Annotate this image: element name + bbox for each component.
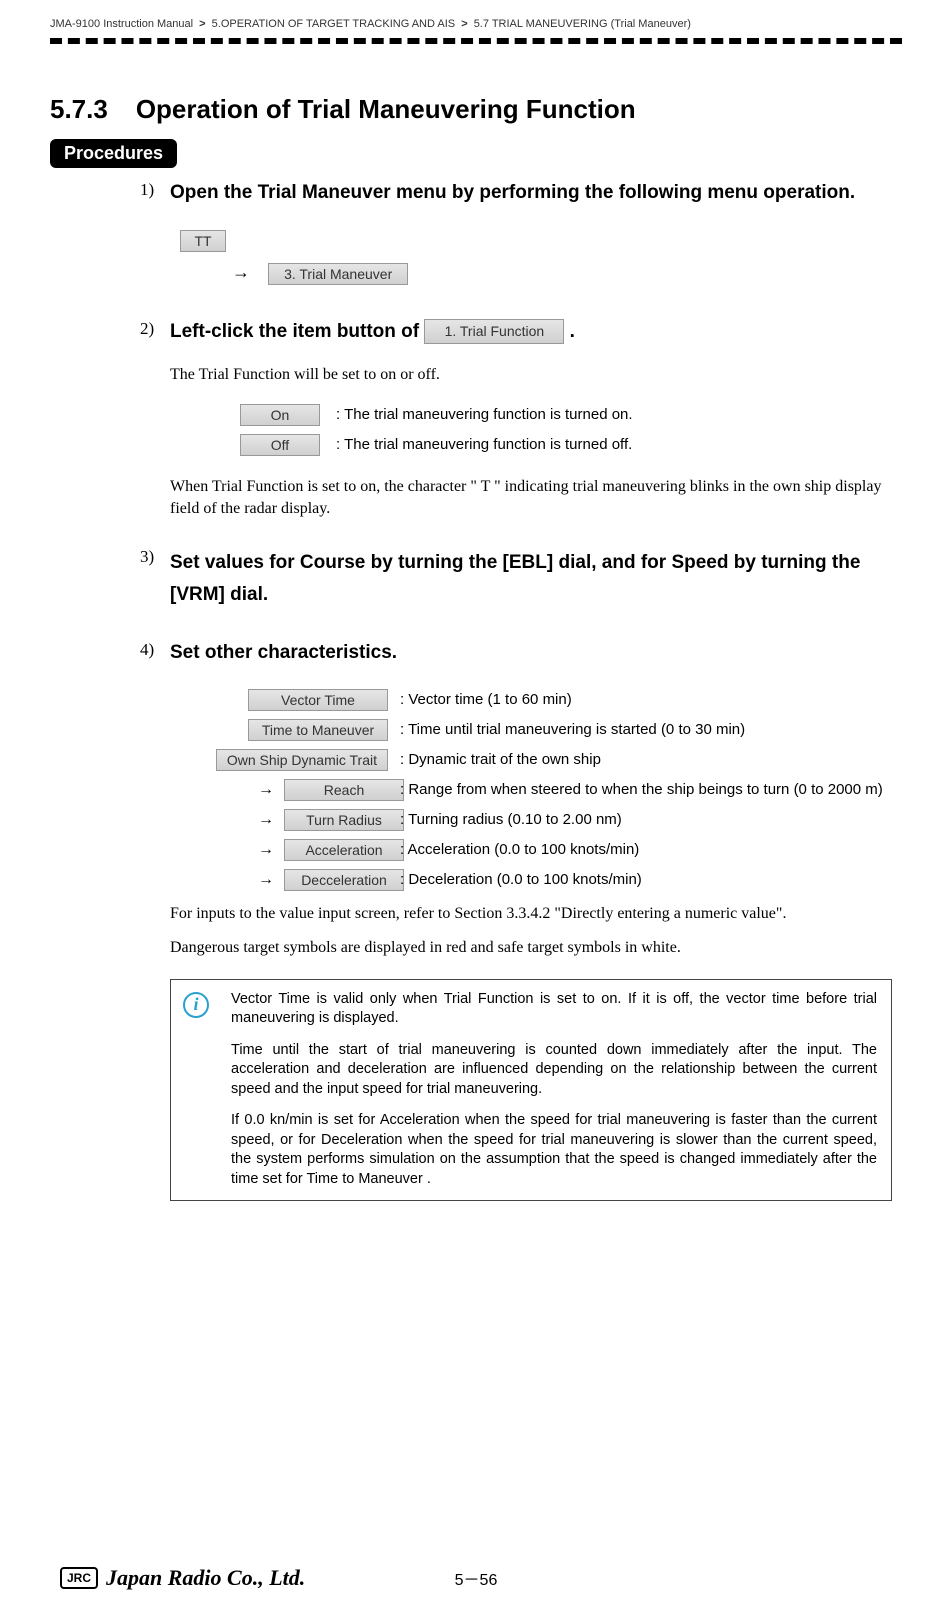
note: For inputs to the value input screen, re… [170, 903, 892, 925]
time-to-maneuver-desc: : Time until trial maneuvering is starte… [400, 719, 892, 741]
section-number: 5.7.3 [50, 94, 108, 125]
vector-time-button[interactable]: Vector Time [248, 689, 388, 711]
step-2: 2) Left-click the item button of 1. Tria… [140, 319, 892, 519]
info-box: i Vector Time is valid only when Trial F… [170, 979, 892, 1201]
breadcrumb-manual: JMA-9100 Instruction Manual [50, 18, 193, 30]
acceleration-button[interactable]: Acceleration [284, 839, 404, 861]
step-text: . [564, 321, 575, 342]
breadcrumb-section: 5.7 TRIAL MANEUVERING (Trial Maneuver) [474, 18, 691, 30]
own-ship-button[interactable]: Own Ship Dynamic Trait [216, 749, 388, 771]
turn-radius-desc: : Turning radius (0.10 to 2.00 nm) [400, 809, 892, 831]
procedures-badge: Procedures [50, 139, 177, 168]
deceleration-button[interactable]: Decceleration [284, 869, 404, 891]
step-number: 2) [140, 319, 170, 339]
jrc-logo: JRC [60, 1567, 98, 1589]
own-ship-desc: : Dynamic trait of the own ship [400, 749, 892, 771]
reach-desc: : Range from when steered to when the sh… [400, 779, 892, 801]
char-row-acceleration: → Acceleration : Acceleration (0.0 to 100… [170, 839, 892, 861]
char-row-deceleration: → Decceleration : Deceleration (0.0 to 10… [170, 869, 892, 891]
breadcrumb: JMA-9100 Instruction Manual > 5.OPERATIO… [50, 0, 902, 30]
info-paragraph: Vector Time is valid only when Trial Fun… [231, 990, 877, 1029]
step-number: 4) [140, 640, 170, 660]
footer: JRC Japan Radio Co., Ltd. 5－56 [0, 1566, 952, 1590]
step-heading: Set values for Course by turning the [EB… [170, 547, 892, 612]
brand-name: Japan Radio Co., Ltd. [106, 1565, 305, 1591]
step-heading: Open the Trial Maneuver menu by performi… [170, 180, 892, 206]
info-icon: i [183, 992, 209, 1018]
time-to-maneuver-button[interactable]: Time to Maneuver [248, 719, 388, 741]
page-number: 5－56 [455, 1566, 498, 1590]
on-button[interactable]: On [240, 404, 320, 426]
step-3: 3) Set values for Course by turning the … [140, 547, 892, 612]
separator [50, 38, 902, 44]
off-button[interactable]: Off [240, 434, 320, 456]
deceleration-desc: : Deceleration (0.0 to 100 knots/min) [400, 869, 892, 891]
arrow-icon: → [258, 811, 274, 829]
arrow-icon: → [258, 841, 274, 859]
char-row-own-ship: Own Ship Dynamic Trait : Dynamic trait o… [170, 749, 892, 771]
char-row-reach: → Reach : Range from when steered to when… [170, 779, 892, 801]
menu-button-trial-maneuver[interactable]: 3. Trial Maneuver [268, 263, 408, 285]
note: Dangerous target symbols are displayed i… [170, 937, 892, 959]
char-row-vector-time: Vector Time : Vector time (1 to 60 min) [170, 689, 892, 711]
breadcrumb-sep: > [199, 18, 205, 30]
arrow-icon: → [258, 871, 274, 889]
step-number: 1) [140, 180, 170, 200]
step-1: 1) Open the Trial Maneuver menu by perfo… [140, 180, 892, 285]
vector-time-desc: : Vector time (1 to 60 min) [400, 689, 892, 711]
char-row-time-to-maneuver: Time to Maneuver : Time until trial mane… [170, 719, 892, 741]
acceleration-desc: : Acceleration (0.0 to 100 knots/min) [400, 839, 892, 861]
step-number: 3) [140, 547, 170, 567]
section-heading: Operation of Trial Maneuvering Function [136, 94, 636, 124]
turn-radius-button[interactable]: Turn Radius [284, 809, 404, 831]
footer-brand: JRC Japan Radio Co., Ltd. [60, 1565, 305, 1591]
step-text: Left-click the item button of [170, 321, 424, 342]
off-row: Off : The trial maneuvering function is … [240, 434, 892, 456]
description: When Trial Function is set to on, the ch… [170, 476, 892, 519]
char-row-turn-radius: → Turn Radius : Turning radius (0.10 to 2… [170, 809, 892, 831]
reach-button[interactable]: Reach [284, 779, 404, 801]
section-title: 5.7.3 Operation of Trial Maneuvering Func… [50, 94, 902, 125]
info-paragraph: If 0.0 kn/min is set for Acceleration wh… [231, 1111, 877, 1189]
on-row: On : The trial maneuvering function is t… [240, 404, 892, 426]
step-heading: Set other characteristics. [170, 640, 892, 666]
arrow-icon: → [258, 781, 274, 799]
off-desc: : The trial maneuvering function is turn… [336, 436, 632, 453]
menu-button-trial-function[interactable]: 1. Trial Function [424, 319, 564, 344]
on-desc: : The trial maneuvering function is turn… [336, 406, 633, 423]
step-4: 4) Set other characteristics. Vector Tim… [140, 640, 892, 1201]
breadcrumb-chapter: 5.OPERATION OF TARGET TRACKING AND AIS [212, 18, 455, 30]
arrow-icon: → [232, 262, 250, 283]
description: The Trial Function will be set to on or … [170, 364, 892, 386]
step-heading: Left-click the item button of 1. Trial F… [170, 319, 892, 345]
info-paragraph: Time until the start of trial maneuverin… [231, 1041, 877, 1100]
breadcrumb-sep: > [461, 18, 467, 30]
menu-button-tt[interactable]: TT [180, 230, 226, 252]
